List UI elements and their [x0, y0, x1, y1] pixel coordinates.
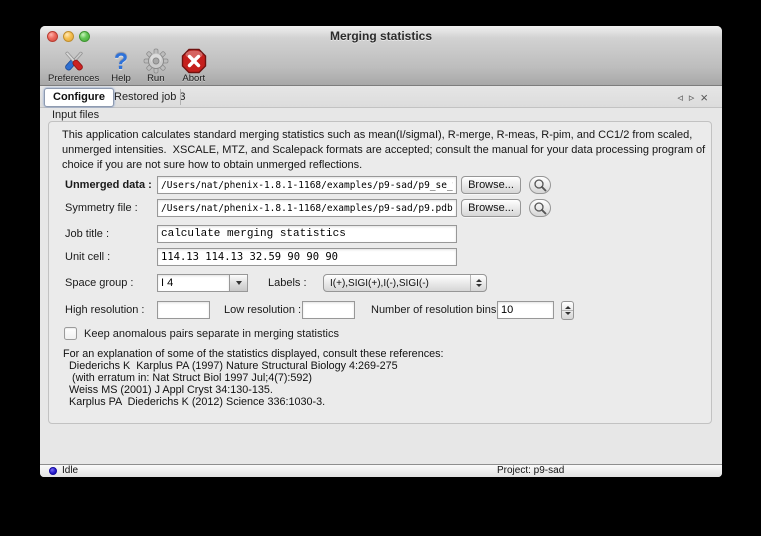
- zoom-window-button[interactable]: [79, 31, 90, 42]
- magnifier-icon: [533, 201, 548, 216]
- run-button[interactable]: Run: [137, 47, 175, 84]
- help-question-icon: ?: [114, 48, 128, 74]
- resolution-row: High resolution : Low resolution : Numbe…: [49, 301, 713, 320]
- status-bar: Idle Project: p9-sad: [40, 464, 722, 477]
- space-group-combo-input[interactable]: [157, 274, 230, 292]
- low-resolution-label: Low resolution :: [224, 301, 301, 319]
- tab-prev-icon[interactable]: ◃: [677, 91, 683, 104]
- reference-line: Weiss MS (2001) J Appl Cryst 34:130-135.: [63, 384, 444, 396]
- reference-line: (with erratum in: Nat Struct Biol 1997 J…: [63, 372, 444, 384]
- abort-stop-icon: [181, 48, 207, 74]
- preferences-tools-icon: [61, 48, 87, 74]
- job-title-label: Job title :: [65, 225, 109, 243]
- anomalous-checkbox[interactable]: [64, 327, 77, 340]
- unit-cell-label: Unit cell :: [65, 248, 110, 266]
- symmetry-file-label: Symmetry file :: [65, 199, 138, 217]
- tab-next-icon[interactable]: ▹: [689, 91, 695, 104]
- anomalous-row: Keep anomalous pairs separate in merging…: [49, 325, 713, 344]
- unmerged-browse-button[interactable]: Browse...: [461, 176, 521, 194]
- symmetry-browse-button[interactable]: Browse...: [461, 199, 521, 217]
- window-chrome: Merging statistics: [40, 26, 722, 86]
- references-block: For an explanation of some of the statis…: [63, 348, 444, 408]
- preferences-label: Preferences: [48, 73, 99, 84]
- run-label: Run: [147, 73, 164, 84]
- stepper-up-icon: [565, 306, 571, 309]
- popup-arrows-icon: [470, 275, 486, 291]
- input-files-section-label: Input files: [52, 109, 99, 121]
- unit-cell-row: Unit cell :: [49, 248, 713, 267]
- space-group-row: Space group : Labels : I(+),SIGI(+),I(-)…: [49, 274, 713, 293]
- tab-configure[interactable]: Configure: [44, 88, 114, 107]
- abort-button[interactable]: Abort: [175, 47, 213, 84]
- labels-popup-button[interactable]: I(+),SIGI(+),I(-),SIGI(-): [323, 274, 487, 292]
- tab-separator: [180, 89, 181, 105]
- resolution-bins-stepper[interactable]: [561, 301, 574, 320]
- tab-bar: Configure Restored job 3 ◃ ▹ ×: [40, 86, 722, 108]
- configure-tab-panel: Input files This application calculates …: [40, 108, 722, 464]
- labels-popup-value: I(+),SIGI(+),I(-),SIGI(-): [324, 278, 470, 289]
- job-title-row: Job title :: [49, 225, 713, 244]
- chevron-down-icon: [236, 281, 242, 285]
- symmetry-file-row: Symmetry file : Browse...: [49, 199, 713, 218]
- unmerged-data-row: Unmerged data : Browse...: [49, 176, 713, 195]
- resolution-bins-input[interactable]: [497, 301, 554, 319]
- reference-line: Diederichs K Karplus PA (1997) Nature St…: [63, 360, 444, 372]
- title-bar[interactable]: Merging statistics: [40, 26, 722, 47]
- app-window: Merging statistics: [40, 26, 722, 477]
- space-group-label: Space group :: [65, 274, 134, 292]
- close-window-button[interactable]: [47, 31, 58, 42]
- magnifier-icon: [533, 178, 548, 193]
- window-title: Merging statistics: [40, 26, 722, 47]
- input-files-groupbox: This application calculates standard mer…: [48, 121, 712, 424]
- desktop-background: Merging statistics: [0, 0, 761, 536]
- low-resolution-input[interactable]: [302, 301, 355, 319]
- unmerged-data-label: Unmerged data :: [65, 176, 152, 194]
- high-resolution-label: High resolution :: [65, 301, 145, 319]
- project-label: Project: p9-sad: [497, 465, 564, 477]
- description-text: This application calculates standard mer…: [62, 128, 712, 173]
- stepper-down-icon: [565, 312, 571, 315]
- unit-cell-input[interactable]: [157, 248, 457, 266]
- status-indicator-icon: [49, 467, 57, 475]
- symmetry-file-input[interactable]: [157, 199, 457, 217]
- unmerged-view-button[interactable]: [529, 176, 551, 194]
- help-button[interactable]: ? Help: [105, 47, 137, 84]
- reference-line: Karplus PA Diederichs K (2012) Science 3…: [63, 396, 444, 408]
- anomalous-checkbox-label: Keep anomalous pairs separate in merging…: [84, 325, 339, 343]
- preferences-button[interactable]: Preferences: [42, 47, 105, 84]
- space-group-dropdown-button[interactable]: [230, 274, 248, 292]
- labels-label: Labels :: [268, 274, 307, 292]
- unmerged-data-input[interactable]: [157, 176, 457, 194]
- minimize-window-button[interactable]: [63, 31, 74, 42]
- reference-line: For an explanation of some of the statis…: [63, 348, 444, 360]
- resolution-bins-label: Number of resolution bins :: [371, 301, 502, 319]
- job-title-input[interactable]: [157, 225, 457, 243]
- tab-nav: ◃ ▹ ×: [677, 86, 708, 108]
- toolbar: Preferences ? Help: [42, 47, 213, 85]
- tab-close-icon[interactable]: ×: [700, 92, 708, 103]
- abort-label: Abort: [182, 73, 205, 84]
- help-label: Help: [111, 73, 131, 84]
- run-gear-icon: [143, 48, 169, 74]
- status-text: Idle: [62, 465, 78, 477]
- high-resolution-input[interactable]: [157, 301, 210, 319]
- symmetry-view-button[interactable]: [529, 199, 551, 217]
